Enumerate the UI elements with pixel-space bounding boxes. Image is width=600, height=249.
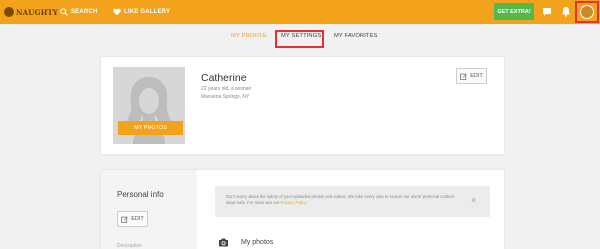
edit-personal-info-button[interactable]: EDIT: [117, 211, 148, 227]
profile-age: 22 years old, a woman: [201, 86, 252, 92]
edit-icon: [121, 216, 128, 223]
edit-profile-button[interactable]: EDIT: [456, 68, 487, 84]
nav-search[interactable]: SEARCH: [60, 0, 98, 24]
my-photos-button[interactable]: MY PHOTOS: [118, 121, 183, 135]
close-icon[interactable]: ×: [471, 195, 476, 205]
logo-text: NAUGHTY: [16, 7, 59, 17]
logo[interactable]: NAUGHTY: [4, 4, 58, 20]
heart-icon: [113, 8, 121, 16]
edit-icon: [460, 73, 467, 80]
avatar: [580, 5, 594, 19]
chat-icon[interactable]: [541, 5, 553, 18]
edit-personal-info-label: EDIT: [131, 216, 144, 222]
nav-like-gallery[interactable]: LIKE GALLERY: [113, 0, 170, 24]
privacy-policy-link[interactable]: Privacy Policy: [280, 200, 306, 205]
profile-name: Catherine: [201, 72, 247, 84]
search-icon: [60, 8, 68, 16]
my-photos-title: My photos: [241, 239, 274, 246]
tab-my-favorites[interactable]: MY FAVORITES: [334, 33, 378, 39]
camera-icon: [219, 238, 228, 247]
tab-my-profile[interactable]: MY PROFILE: [231, 33, 267, 39]
active-tab-underline: [227, 14, 269, 15]
edit-profile-label: EDIT: [470, 73, 483, 79]
privacy-notice-text: Don't worry about the safety of your upl…: [226, 194, 455, 205]
description-label: Description: [117, 243, 143, 249]
avatar-menu-button[interactable]: [575, 1, 599, 23]
top-navigation-bar: NAUGHTY SEARCH LIKE GALLERY GET EXTRA!: [0, 0, 600, 24]
personal-info-title: Personal info: [117, 190, 164, 199]
personal-info-section: Personal info EDIT Description Don't wor…: [101, 170, 504, 249]
profile-location: Massena Springs, NY: [201, 94, 250, 100]
logo-mark-icon: [4, 7, 14, 17]
bell-icon[interactable]: [560, 5, 572, 18]
settings-tab-highlight: [275, 30, 324, 48]
nav-like-gallery-label: LIKE GALLERY: [124, 9, 171, 15]
profile-card: MY PHOTOS Catherine 22 years old, a woma…: [101, 57, 504, 154]
nav-search-label: SEARCH: [71, 9, 98, 15]
privacy-notice: Don't worry about the safety of your upl…: [215, 186, 490, 217]
personal-info-sidebar: Personal info EDIT Description: [101, 170, 197, 249]
get-extra-button[interactable]: GET EXTRA!: [494, 3, 534, 20]
